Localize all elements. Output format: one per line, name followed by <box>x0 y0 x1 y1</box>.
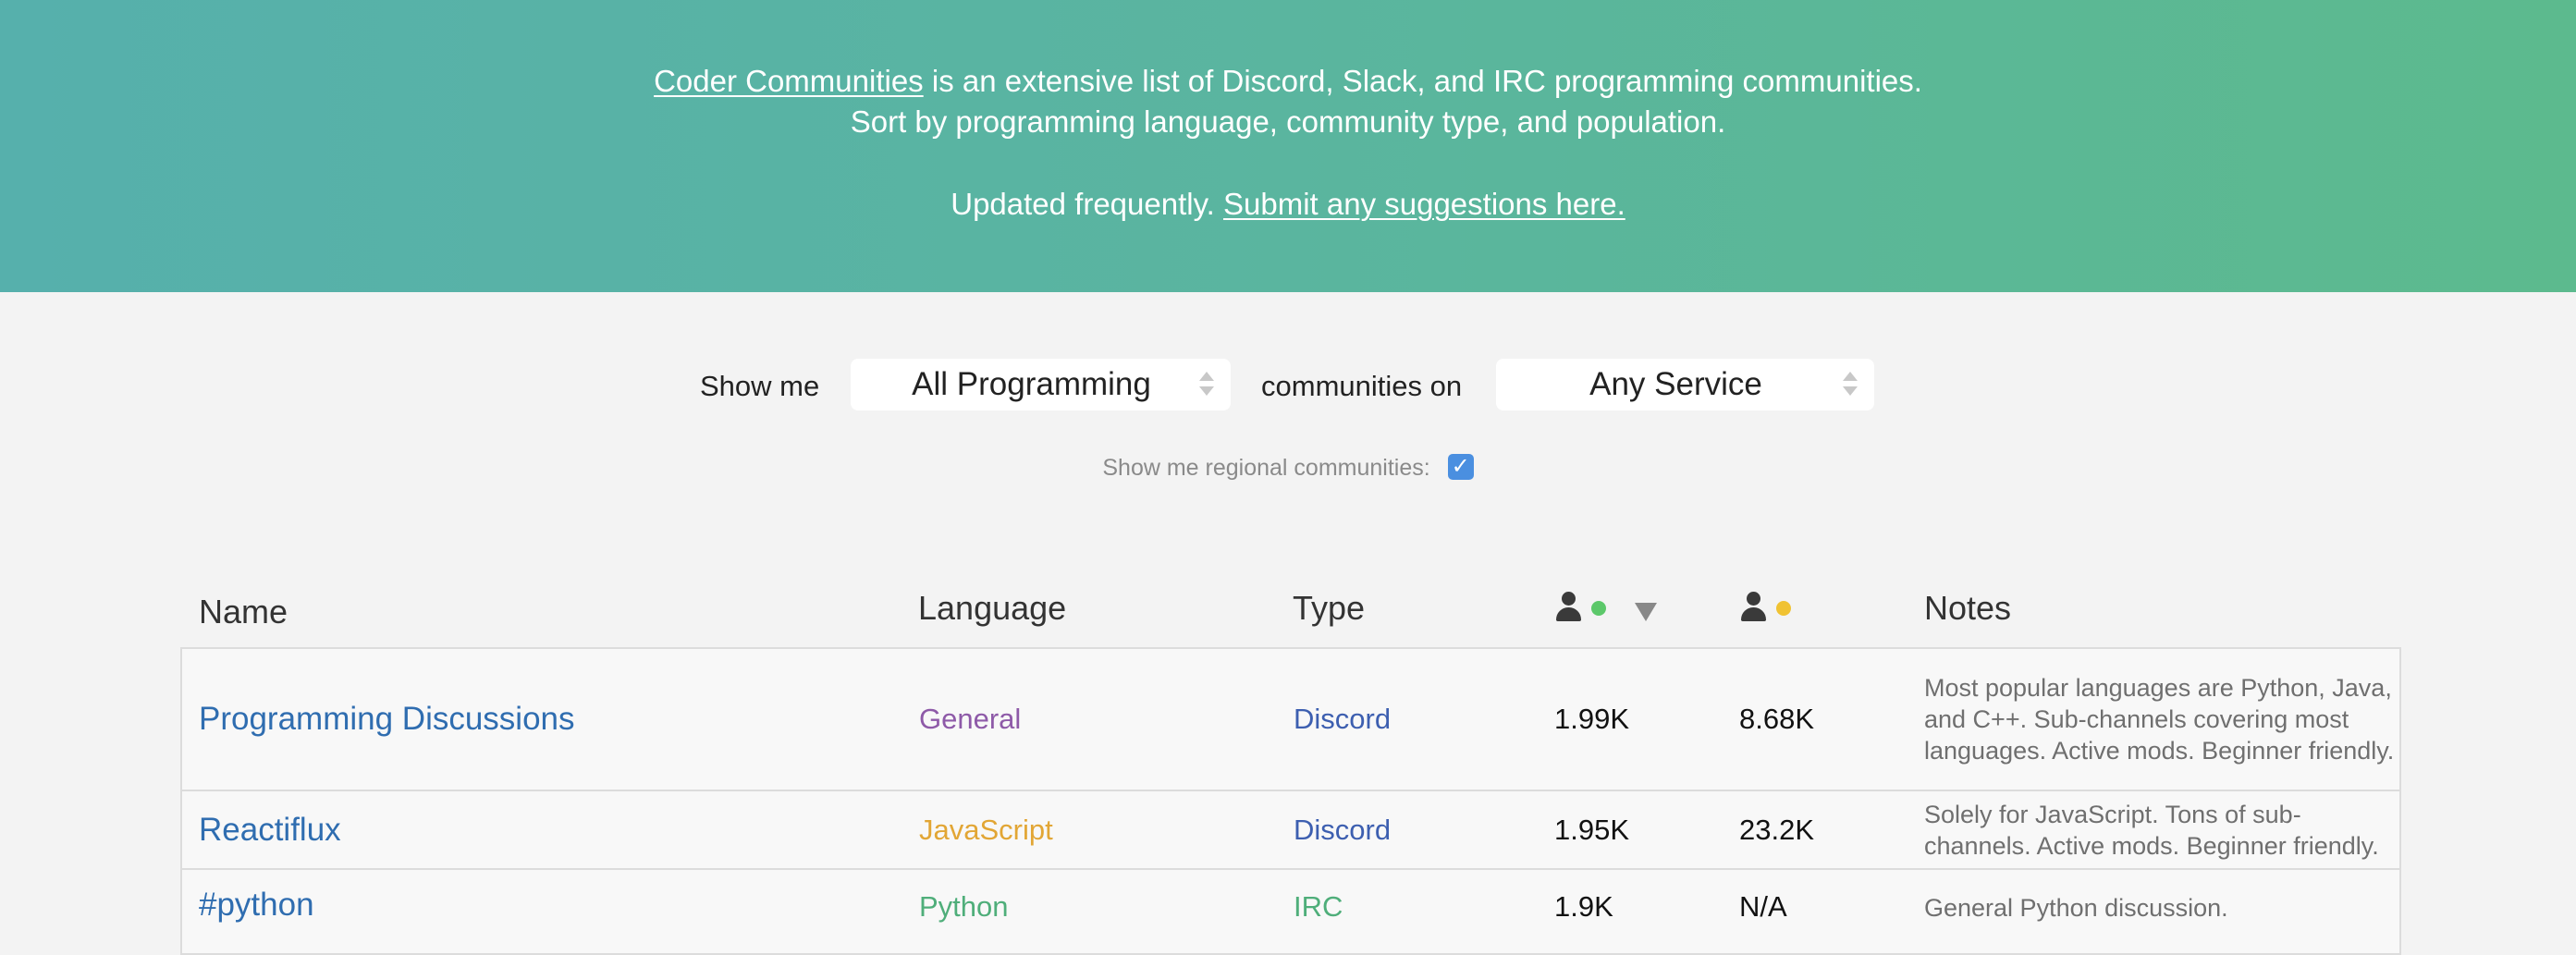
service-select[interactable]: Any Service <box>1496 359 1874 410</box>
total-count-cell: 23.2K <box>1739 813 1815 846</box>
person-icon <box>1554 592 1582 623</box>
total-count-cell: 8.68K <box>1739 703 1815 735</box>
column-header-type[interactable]: Type <box>1293 588 1365 629</box>
type-cell: Discord <box>1294 649 1534 790</box>
notes-cell: General Python discussion. <box>1924 894 2228 922</box>
regional-checkbox[interactable]: ✓ <box>1447 454 1474 481</box>
coder-communities-link[interactable]: Coder Communities <box>654 64 924 98</box>
total-count-cell: N/A <box>1739 890 1787 923</box>
communities-on-label: communities on <box>1261 370 1463 402</box>
community-name-link[interactable]: Reactiflux <box>199 812 341 849</box>
type-link[interactable]: Discord <box>1294 814 1391 847</box>
notes-cell: Solely for JavaScript. Tons of sub-chann… <box>1924 800 2379 860</box>
type-cell: Discord <box>1294 791 1534 868</box>
language-cell: General <box>919 703 1022 735</box>
hero-updated-text: Updated frequently. <box>951 187 1223 221</box>
hero-intro-text: is an extensive list of Discord, Slack, … <box>923 64 1922 98</box>
community-name-cell: Programming Discussions <box>199 649 902 790</box>
table-header: Name Language Type Notes <box>180 582 2399 647</box>
select-arrows-icon <box>1843 372 1858 398</box>
column-header-online[interactable] <box>1554 592 1619 629</box>
table-row[interactable]: Programming Discussions General Discord … <box>182 649 2399 791</box>
notes-cell: Most popular languages are Python, Java,… <box>1924 674 2395 765</box>
filter-bar: Show me All Programming communities on A… <box>0 359 2576 412</box>
sort-descending-icon[interactable] <box>1635 603 1657 621</box>
show-me-label: Show me <box>700 370 820 402</box>
type-link[interactable]: Discord <box>1294 703 1391 736</box>
column-header-name[interactable]: Name <box>199 592 288 632</box>
hero-banner: Coder Communities is an extensive list o… <box>0 0 2576 292</box>
select-arrows-icon <box>1199 372 1214 398</box>
online-count-cell: 1.9K <box>1554 890 1613 923</box>
hero-intro-line: Coder Communities is an extensive list o… <box>0 61 2576 102</box>
language-select[interactable]: All Programming <box>851 359 1231 410</box>
submit-suggestions-link[interactable]: Submit any suggestions here. <box>1223 187 1625 221</box>
language-cell: Python <box>919 890 1009 923</box>
community-name-link[interactable]: Programming Discussions <box>199 701 575 738</box>
community-name-cell: Reactiflux <box>199 791 902 868</box>
regional-filter: Show me regional communities: ✓ <box>0 451 2576 484</box>
community-name-link[interactable]: #python <box>199 887 314 924</box>
hero-updated-line: Updated frequently. Submit any suggestio… <box>0 184 2576 225</box>
column-header-language[interactable]: Language <box>918 588 1066 629</box>
type-cell: IRC <box>1294 870 1534 953</box>
table-row[interactable]: #python Python IRC 1.9K N/A General Pyth… <box>182 870 2399 955</box>
type-link[interactable]: IRC <box>1294 890 1343 924</box>
service-select-value: Any Service <box>1589 366 1762 402</box>
hero-sort-line: Sort by programming language, community … <box>850 104 1726 139</box>
column-header-total[interactable] <box>1739 592 1804 629</box>
language-cell: JavaScript <box>919 813 1053 846</box>
community-name-cell: #python <box>199 870 902 953</box>
person-icon <box>1739 592 1767 623</box>
regional-label: Show me regional communities: <box>1102 455 1430 481</box>
online-dot-icon <box>1591 601 1606 616</box>
column-header-notes: Notes <box>1924 589 2012 627</box>
online-count-cell: 1.95K <box>1554 813 1630 846</box>
total-dot-icon <box>1776 601 1791 616</box>
online-count-cell: 1.99K <box>1554 703 1630 735</box>
communities-table: Programming Discussions General Discord … <box>180 647 2401 955</box>
table-row[interactable]: Reactiflux JavaScript Discord 1.95K 23.2… <box>182 791 2399 870</box>
language-select-value: All Programming <box>912 366 1151 402</box>
